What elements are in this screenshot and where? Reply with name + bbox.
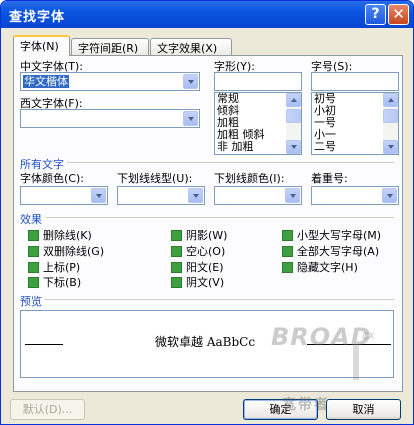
emboss-checkbox[interactable]: 阳文(E) (171, 259, 224, 274)
chevron-down-icon[interactable] (183, 111, 198, 126)
hidden-text-checkbox[interactable]: 隐藏文字(H) (282, 259, 358, 274)
underline-type-combo[interactable] (117, 186, 205, 205)
shadow-checkbox[interactable]: 阴影(W) (171, 227, 227, 242)
font-size-input[interactable] (311, 72, 399, 91)
tab-text-effects[interactable]: 文字效果(X) (150, 38, 232, 55)
small-caps-checkbox[interactable]: 小型大写字母(M) (282, 227, 381, 242)
scroll-down-icon[interactable] (383, 140, 398, 154)
watermark-logo-mark: CX (362, 332, 375, 342)
checkbox-icon[interactable] (28, 277, 39, 288)
font-style-list[interactable]: 常规 倾斜 加粗 加粗 倾斜 非 加粗 (214, 92, 302, 155)
checkbox-icon[interactable] (28, 230, 39, 241)
watermark-tagline: 宽带者 (282, 397, 330, 413)
emphasis-mark-combo[interactable] (311, 186, 399, 205)
vertical-scrollbar[interactable] (286, 93, 301, 154)
font-size-list[interactable]: 初号 小初 一号 小一 二号 (311, 92, 399, 155)
divider (45, 299, 394, 300)
scroll-thumb[interactable] (286, 109, 301, 123)
dialog-title: 查找字体 (9, 10, 66, 25)
underline-color-combo[interactable] (214, 186, 302, 205)
watermark-logo-bar (353, 344, 359, 380)
chevron-down-icon[interactable] (188, 188, 203, 203)
find-font-dialog: 查找字体 ? ✕ 字体(N) 字符间距(R) 文字效果(X) 中文字体(T): … (0, 0, 414, 425)
all-caps-checkbox[interactable]: 全部大写字母(A) (282, 243, 379, 258)
cancel-button[interactable]: 取消 (326, 399, 401, 420)
tab-character-spacing[interactable]: 字符间距(R) (71, 38, 149, 55)
chevron-down-icon[interactable] (91, 188, 106, 203)
emphasis-mark-label: 着重号: (311, 172, 348, 185)
preview-section-title: 预览 (20, 295, 42, 308)
checkbox-icon[interactable] (171, 277, 182, 288)
checkbox-icon[interactable] (171, 262, 182, 273)
effects-section-title: 效果 (20, 213, 42, 226)
scroll-down-icon[interactable] (286, 140, 301, 154)
chinese-font-value: 华文楷体 (23, 75, 69, 88)
subscript-checkbox[interactable]: 下标(B) (28, 274, 81, 289)
superscript-checkbox[interactable]: 上标(P) (28, 259, 80, 274)
chevron-down-icon[interactable] (183, 74, 198, 89)
checkbox-icon[interactable] (282, 262, 293, 273)
scroll-up-icon[interactable] (383, 93, 398, 107)
tab-font[interactable]: 字体(N) (13, 35, 70, 56)
underline-color-label: 下划线颜色(I): (214, 172, 285, 185)
strikethrough-checkbox[interactable]: 删除线(K) (28, 227, 92, 242)
help-button[interactable]: ? (365, 4, 386, 25)
checkbox-icon[interactable] (28, 246, 39, 257)
chinese-font-combo[interactable]: 华文楷体 (20, 72, 200, 91)
checkbox-icon[interactable] (171, 230, 182, 241)
preview-sample-text: 微软卓越 AaBbCc (155, 335, 256, 349)
checkbox-icon[interactable] (28, 262, 39, 273)
vertical-scrollbar[interactable] (383, 93, 398, 154)
engrave-checkbox[interactable]: 阴文(V) (171, 274, 224, 289)
checkbox-icon[interactable] (282, 230, 293, 241)
close-button[interactable]: ✕ (388, 4, 409, 25)
checkbox-icon[interactable] (282, 246, 293, 257)
western-font-combo[interactable] (20, 109, 200, 128)
divider (67, 162, 394, 163)
outline-checkbox[interactable]: 空心(O) (171, 243, 225, 258)
title-bar[interactable]: 查找字体 ? ✕ (1, 1, 413, 28)
help-icon: ? (371, 6, 380, 22)
font-color-combo[interactable] (20, 186, 108, 205)
scroll-thumb[interactable] (383, 109, 398, 123)
preview-baseline-left (25, 344, 63, 345)
chevron-down-icon[interactable] (382, 188, 397, 203)
western-font-value (23, 112, 25, 125)
font-style-input[interactable] (214, 72, 302, 91)
scroll-up-icon[interactable] (286, 93, 301, 107)
default-button[interactable]: 默认(D)... (10, 399, 85, 420)
font-color-label: 字体颜色(C): (20, 172, 84, 185)
chevron-down-icon[interactable] (285, 188, 300, 203)
checkbox-icon[interactable] (171, 246, 182, 257)
double-strikethrough-checkbox[interactable]: 双删除线(G) (28, 243, 104, 258)
underline-type-label: 下划线线型(U): (117, 172, 193, 185)
divider (45, 217, 394, 218)
close-icon: ✕ (392, 5, 405, 23)
